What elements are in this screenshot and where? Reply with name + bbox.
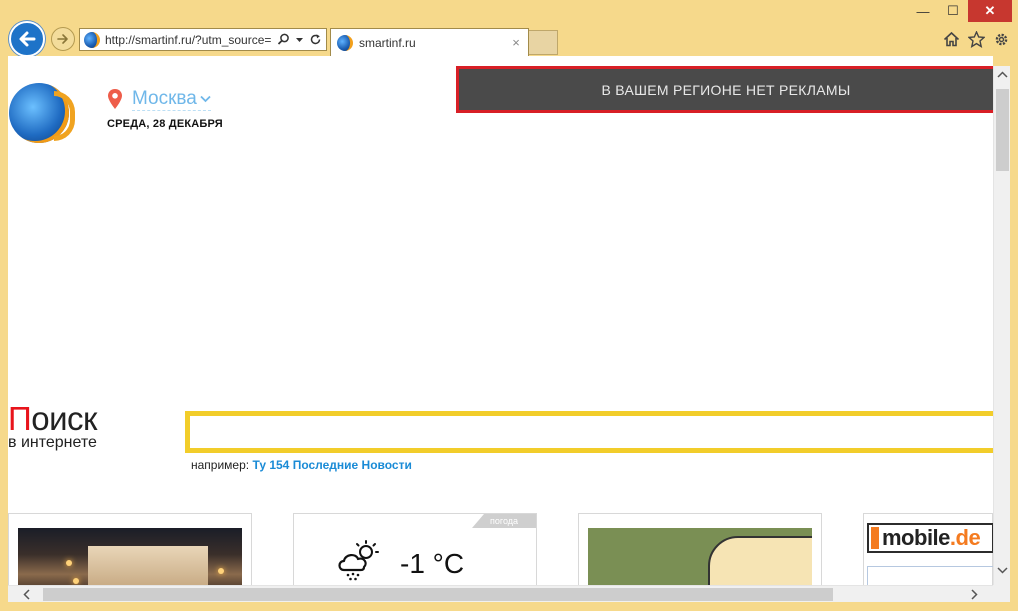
site-logo[interactable] — [9, 83, 75, 143]
vertical-scroll-thumb[interactable] — [996, 89, 1009, 171]
browser-chrome: — ☐ ✕ http://smartinf.ru/?utm_source= sm… — [0, 0, 1018, 57]
chevron-up-icon — [997, 71, 1008, 78]
chevron-down-icon — [997, 567, 1008, 574]
weather-temperature: -1 °C — [400, 548, 465, 579]
news-card-illustration[interactable] — [578, 513, 822, 585]
weather-card[interactable]: погода -1 °C — [293, 513, 537, 585]
current-date: СРЕДА, 28 ДЕКАБРЯ — [107, 118, 223, 130]
mobile-de-logo[interactable]: mobile .de — [867, 523, 993, 553]
search-icon[interactable] — [277, 33, 290, 46]
chevron-right-icon — [971, 589, 978, 600]
city-name: Москва — [132, 88, 197, 109]
vertical-scrollbar[interactable] — [993, 66, 1010, 585]
dropdown-icon[interactable] — [295, 33, 304, 46]
tab-smartinf[interactable]: smartinf.ru × — [330, 28, 529, 56]
weather-snow-cloud-icon — [338, 540, 379, 581]
window-controls: — ☐ ✕ — [908, 0, 1012, 22]
settings-button[interactable] — [992, 30, 1010, 48]
tab-title: smartinf.ru — [359, 35, 416, 50]
star-icon — [967, 30, 985, 48]
search-example-link[interactable]: Ту 154 Последние Новости — [252, 458, 411, 472]
location-pin-icon[interactable] — [107, 88, 123, 110]
mobile-de-logo-tld: .de — [949, 525, 981, 550]
scrollbar-corner — [993, 585, 1010, 602]
chevron-down-icon — [200, 95, 211, 103]
search-box — [185, 411, 993, 453]
ad-banner[interactable]: В ВАШЕМ РЕГИОНЕ НЕТ РЕКЛАМЫ — [456, 66, 993, 113]
mobile-de-ad[interactable]: mobile .de — [863, 513, 993, 585]
home-icon — [943, 31, 959, 47]
scroll-left-button[interactable] — [18, 586, 35, 603]
tab-close-button[interactable]: × — [508, 35, 524, 50]
scroll-right-button[interactable] — [966, 586, 983, 603]
news-illustration[interactable] — [588, 528, 812, 585]
scroll-up-button[interactable] — [994, 66, 1011, 83]
favicon-globe-icon — [337, 34, 353, 51]
gear-icon — [995, 33, 1007, 45]
search-example-prefix: например: — [191, 458, 253, 472]
address-url[interactable]: http://smartinf.ru/?utm_source= — [105, 33, 273, 47]
maximize-button[interactable]: ☐ — [938, 0, 968, 22]
news-card-photo[interactable] — [8, 513, 252, 585]
mobile-de-frame — [867, 566, 993, 585]
search-logo-first-letter: П — [8, 400, 32, 437]
browser-toolbar-right — [942, 30, 1010, 48]
favorites-button[interactable] — [967, 30, 985, 48]
horizontal-scrollbar[interactable] — [8, 585, 993, 602]
page-viewport: Москва СРЕДА, 28 ДЕКАБРЯ В ВАШЕМ РЕГИОНЕ… — [8, 56, 993, 585]
scroll-down-button[interactable] — [994, 562, 1011, 579]
minimize-button[interactable]: — — [908, 0, 938, 22]
forward-button[interactable] — [51, 27, 75, 51]
home-button[interactable] — [942, 30, 960, 48]
search-input[interactable] — [190, 416, 993, 448]
back-button[interactable] — [9, 21, 45, 57]
city-selector[interactable]: Москва — [132, 88, 211, 111]
search-logo-subtitle: в интернете — [8, 434, 97, 451]
favicon-globe-icon — [84, 31, 100, 48]
refresh-icon[interactable] — [309, 33, 322, 46]
address-bar[interactable]: http://smartinf.ru/?utm_source= — [79, 28, 327, 51]
search-logo: Поиск в интернете — [8, 400, 97, 451]
close-window-button[interactable]: ✕ — [968, 0, 1012, 22]
forward-arrow-icon — [57, 34, 68, 44]
search-example: например: Ту 154 Последние Новости — [191, 458, 412, 472]
search-logo-word: оиск — [31, 400, 97, 437]
back-arrow-icon — [19, 31, 36, 47]
new-tab-button[interactable] — [529, 30, 558, 55]
mobile-de-logo-main: mobile — [882, 525, 950, 550]
weather-tag: погода — [472, 514, 536, 528]
news-photo[interactable] — [18, 528, 242, 585]
horizontal-scroll-thumb[interactable] — [43, 588, 833, 601]
chevron-left-icon — [23, 589, 30, 600]
